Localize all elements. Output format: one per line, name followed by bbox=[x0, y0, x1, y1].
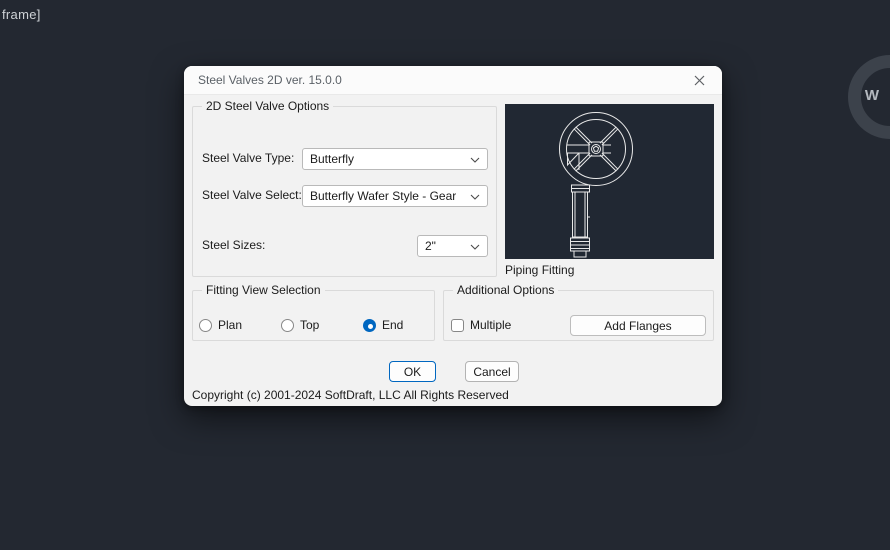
butterfly-valve-end-view-drawing bbox=[505, 104, 714, 259]
steel-valves-dialog: Steel Valves 2D ver. 15.0.0 2D Steel Val… bbox=[184, 66, 722, 406]
group-label: Fitting View Selection bbox=[202, 283, 325, 297]
radio-label: Plan bbox=[218, 318, 242, 332]
radio-label: End bbox=[382, 318, 403, 332]
radio-label: Top bbox=[300, 318, 319, 332]
selected-value: Butterfly Wafer Style - Gear bbox=[310, 189, 456, 203]
close-icon bbox=[694, 75, 705, 86]
steel-valve-select-label: Steel Valve Select: bbox=[202, 188, 302, 202]
selected-value: Butterfly bbox=[310, 152, 354, 166]
viewport-style-label[interactable]: frame] bbox=[2, 7, 41, 22]
group-label: Additional Options bbox=[453, 283, 558, 297]
chevron-down-icon bbox=[470, 194, 480, 200]
dialog-title: Steel Valves 2D ver. 15.0.0 bbox=[198, 66, 342, 95]
chevron-down-icon bbox=[470, 244, 480, 250]
close-button[interactable] bbox=[684, 66, 714, 95]
radio-icon bbox=[199, 319, 212, 332]
group-label: 2D Steel Valve Options bbox=[202, 99, 333, 113]
application-canvas: frame] W Steel Valves 2D ver. 15.0.0 2D … bbox=[0, 0, 890, 550]
selected-value: 2" bbox=[425, 239, 436, 253]
add-flanges-button[interactable]: Add Flanges bbox=[570, 315, 706, 336]
piping-fitting-caption: Piping Fitting bbox=[505, 263, 574, 277]
radio-plan[interactable]: Plan bbox=[199, 318, 242, 332]
radio-end[interactable]: End bbox=[363, 318, 403, 332]
multiple-checkbox[interactable]: Multiple bbox=[451, 318, 511, 332]
valve-preview-panel bbox=[505, 104, 714, 259]
group-fitting-view-selection: Fitting View Selection Plan Top End bbox=[192, 290, 435, 341]
chevron-down-icon bbox=[470, 157, 480, 163]
steel-valve-type-label: Steel Valve Type: bbox=[202, 151, 294, 165]
steel-valve-select-select[interactable]: Butterfly Wafer Style - Gear bbox=[302, 185, 488, 207]
group-additional-options: Additional Options Multiple Add Flanges bbox=[443, 290, 714, 341]
steel-sizes-label: Steel Sizes: bbox=[202, 238, 265, 252]
radio-icon bbox=[281, 319, 294, 332]
radio-top[interactable]: Top bbox=[281, 318, 319, 332]
checkbox-icon bbox=[451, 319, 464, 332]
radio-icon bbox=[363, 319, 376, 332]
steel-sizes-select[interactable]: 2" bbox=[417, 235, 488, 257]
cancel-button[interactable]: Cancel bbox=[465, 361, 519, 382]
ok-button[interactable]: OK bbox=[389, 361, 436, 382]
viewcube-west-label[interactable]: W bbox=[862, 87, 882, 104]
checkbox-label: Multiple bbox=[470, 318, 511, 332]
dialog-titlebar[interactable]: Steel Valves 2D ver. 15.0.0 bbox=[184, 66, 722, 95]
copyright-text: Copyright (c) 2001-2024 SoftDraft, LLC A… bbox=[192, 388, 509, 402]
steel-valve-type-select[interactable]: Butterfly bbox=[302, 148, 488, 170]
